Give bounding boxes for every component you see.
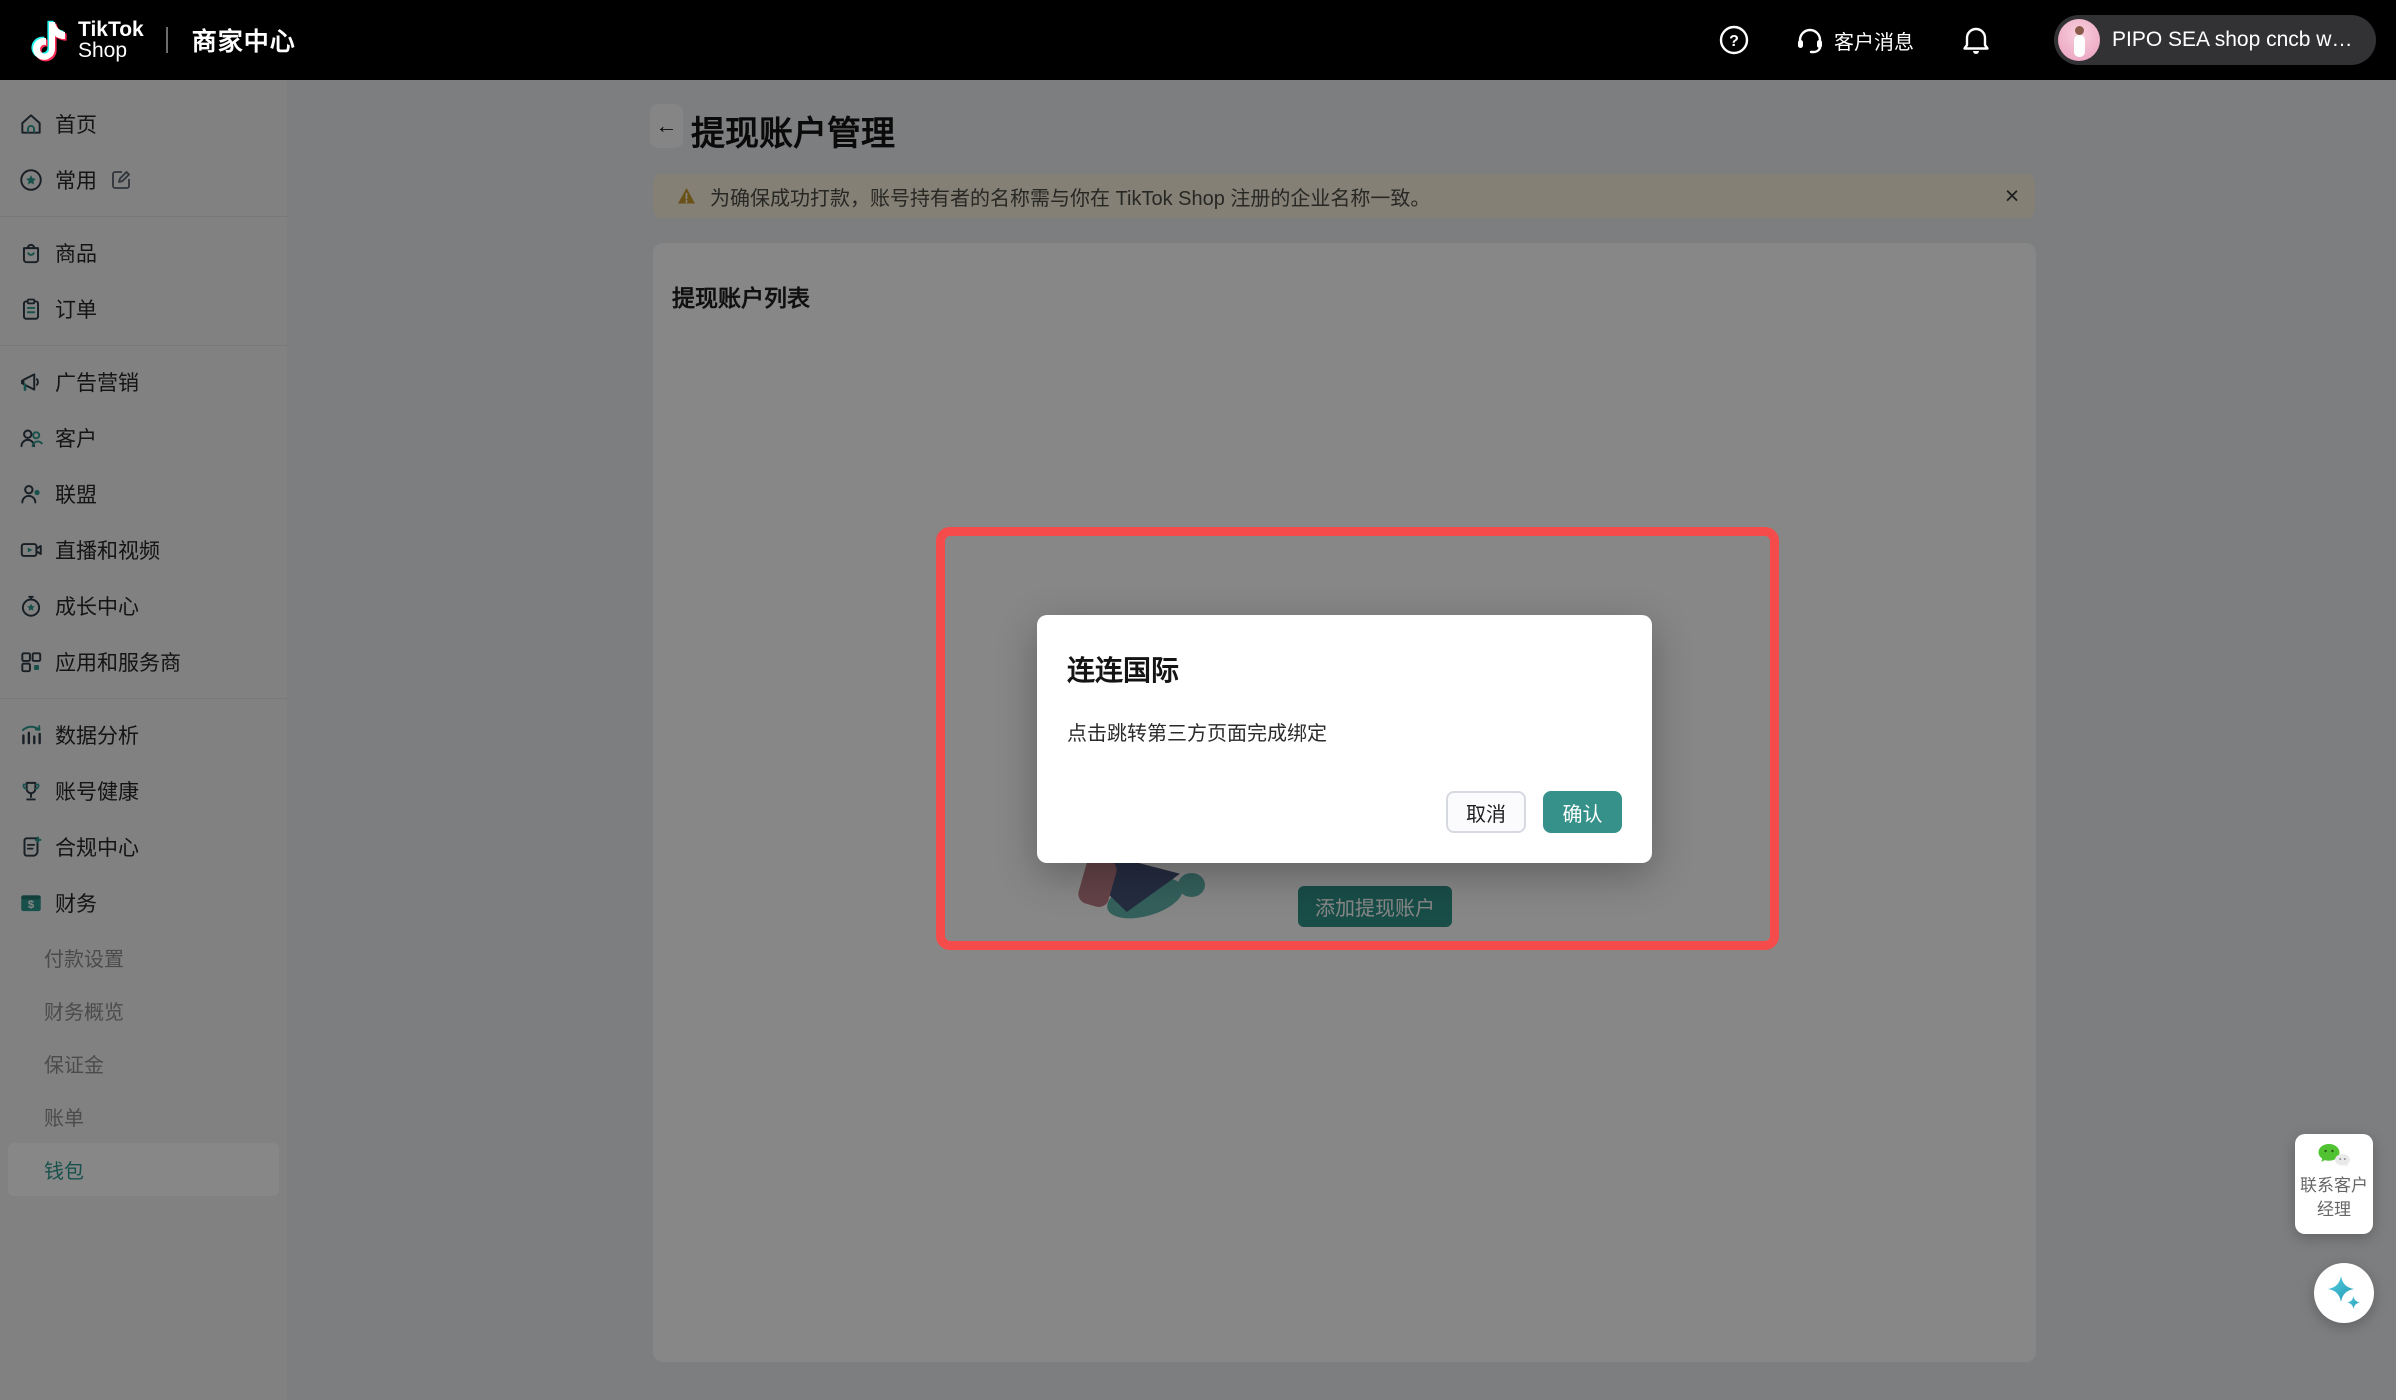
wechat-icon: [2317, 1143, 2351, 1169]
contact-label-line1: 联系客户: [2295, 1174, 2373, 1198]
header-actions: ? 客户消息: [1718, 15, 2376, 65]
brand-wordmark: TikTok Shop: [78, 19, 144, 61]
customer-messages-button[interactable]: 客户消息: [1794, 24, 1914, 56]
help-circle-icon[interactable]: ?: [1718, 24, 1750, 56]
tiktok-logo-icon: [30, 18, 68, 62]
account-menu[interactable]: PIPO SEA shop cncb we...: [2054, 15, 2376, 65]
brand-line2: Shop: [78, 40, 144, 61]
svg-text:?: ?: [1729, 33, 1739, 50]
account-name: PIPO SEA shop cncb we...: [2112, 28, 2354, 52]
header-divider: [166, 27, 168, 53]
lianlian-dialog: 连连国际 点击跳转第三方页面完成绑定 取消 确认: [1037, 615, 1652, 863]
dialog-body-text: 点击跳转第三方页面完成绑定: [1067, 717, 1327, 746]
confirm-button[interactable]: 确认: [1543, 791, 1622, 833]
top-header: TikTok Shop 商家中心 ? 客户消息: [0, 0, 2396, 80]
dialog-title: 连连国际: [1067, 649, 1179, 689]
contact-label-line2: 经理: [2295, 1198, 2373, 1222]
avatar: [2058, 19, 2100, 61]
notifications-button[interactable]: [1960, 24, 1992, 56]
brand-line1: TikTok: [78, 19, 144, 40]
ai-assistant-button[interactable]: [2314, 1263, 2374, 1323]
bell-icon: [1960, 24, 1992, 56]
headset-icon: [1794, 24, 1826, 56]
tiktok-shop-seller-center: TikTok Shop 商家中心 ? 客户消息: [0, 0, 2396, 1400]
cancel-button[interactable]: 取消: [1446, 791, 1526, 833]
contact-account-manager-button[interactable]: 联系客户 经理: [2295, 1134, 2373, 1234]
app-title: 商家中心: [192, 22, 296, 58]
customer-messages-label: 客户消息: [1834, 26, 1914, 55]
sparkle-icon: [2325, 1274, 2363, 1312]
